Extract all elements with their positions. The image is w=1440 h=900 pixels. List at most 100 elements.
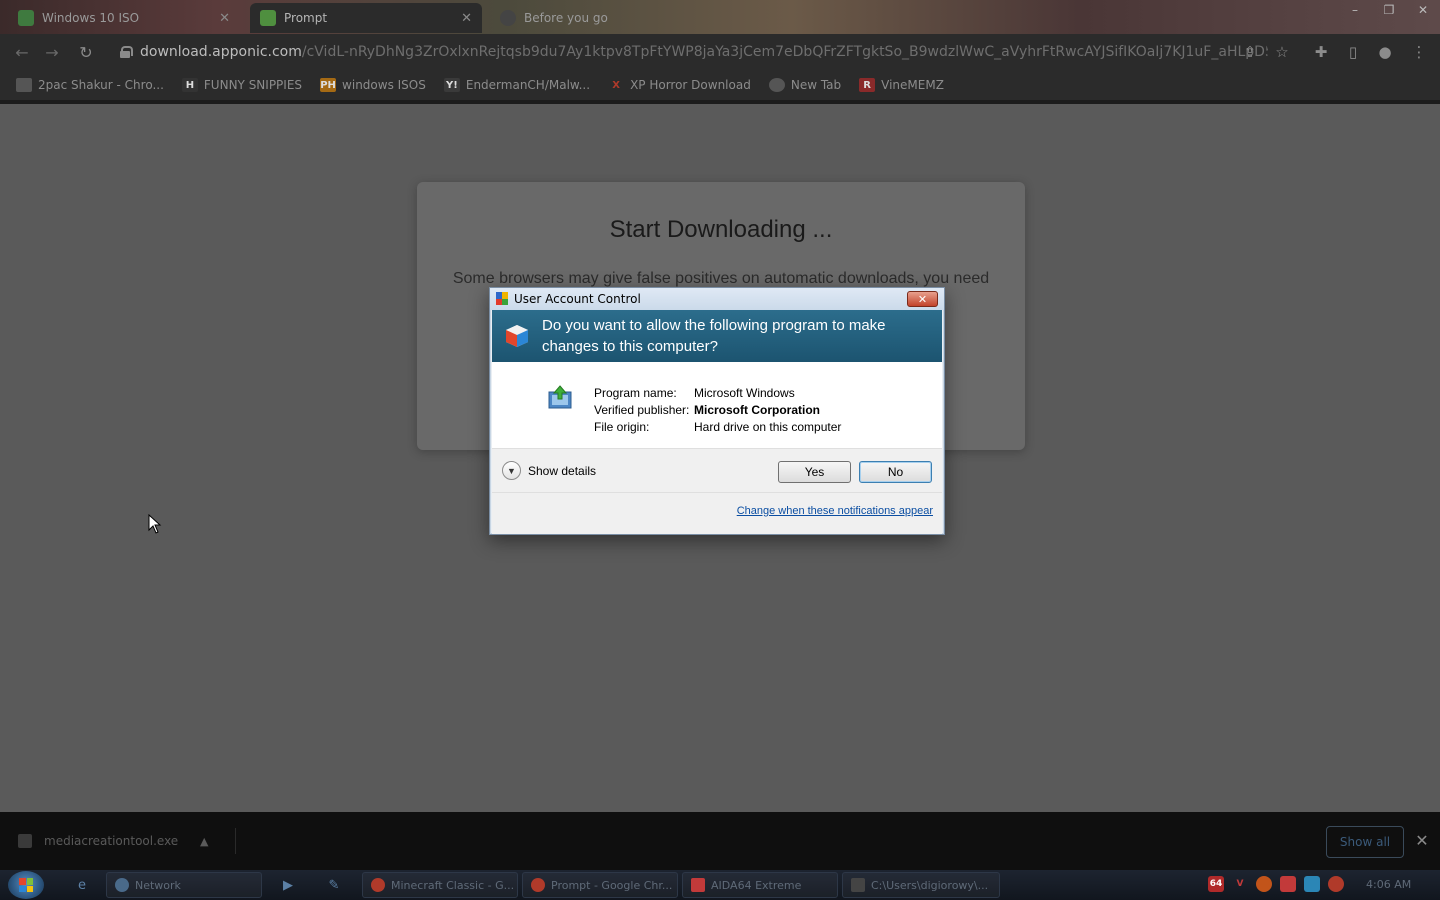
tab-windows-iso[interactable]: Windows 10 ISO ✕ xyxy=(8,3,240,33)
share-icon[interactable]: ⇪ xyxy=(1241,43,1259,61)
taskbar-item-label: C:\Users\digiorowy\... xyxy=(871,878,989,892)
bookmark-new-tab[interactable]: New Tab xyxy=(768,78,841,92)
taskbar-item-minecraft[interactable]: Minecraft Classic - G... xyxy=(362,872,518,898)
windows-logo-icon xyxy=(19,878,33,892)
download-item[interactable]: mediacreationtool.exe ▲ xyxy=(18,828,236,854)
apponic-favicon-icon xyxy=(260,10,276,26)
ie-icon[interactable]: e xyxy=(70,874,94,896)
uac-window-title: User Account Control xyxy=(514,292,641,306)
power-tray-icon[interactable] xyxy=(1328,876,1344,892)
taskbar-item-label: AIDA64 Extreme xyxy=(711,878,802,892)
uac-actions: ▼ Show details Yes No xyxy=(492,448,942,492)
tab-before-you-go[interactable]: Before you go xyxy=(490,3,722,33)
back-icon[interactable]: ← xyxy=(12,42,32,62)
r-icon: R xyxy=(859,78,876,92)
forward-icon[interactable]: → xyxy=(42,42,62,62)
y-icon: Y! xyxy=(443,78,460,92)
taskbar-item-7zip[interactable]: C:\Users\digiorowy\... xyxy=(842,872,1000,898)
bookmark-endermanch[interactable]: Y! EndermanCH/Malw... xyxy=(443,78,591,92)
app-tray-icon[interactable] xyxy=(1280,876,1296,892)
uac-header: Do you want to allow the following progr… xyxy=(492,310,942,362)
aida64-tray-icon[interactable]: 64 xyxy=(1208,876,1224,892)
bookmarks-bar: 2pac Shakur - Chro... H FUNNY SNIPPIES P… xyxy=(0,70,1440,100)
media-player-icon[interactable]: ▶ xyxy=(276,874,300,896)
tab-label: Windows 10 ISO xyxy=(42,11,140,25)
file-origin-value: Hard drive on this computer xyxy=(694,419,842,434)
side-panel-icon[interactable]: ▯ xyxy=(1344,43,1362,61)
bookmark-label: FUNNY SNIPPIES xyxy=(203,78,303,92)
window-controls: – ❐ ✕ xyxy=(1338,0,1440,20)
uac-shield-icon xyxy=(504,323,530,349)
bookmark-xp-horror[interactable]: X XP Horror Download xyxy=(608,78,751,92)
ph-icon: PH xyxy=(320,78,337,92)
bookmark-star-icon[interactable]: ☆ xyxy=(1273,43,1291,61)
url-path: /cVidL-nRyDhNg3ZrOxlxnRejtqsb9du7Ay1ktpv… xyxy=(301,44,1268,60)
apponic-favicon-icon xyxy=(18,10,34,26)
publisher-value: Microsoft Corporation xyxy=(694,402,820,417)
page-title: Start Downloading ... xyxy=(609,216,833,243)
close-icon[interactable]: ✕ xyxy=(907,291,938,307)
app-tray-icon[interactable] xyxy=(1256,876,1272,892)
address-bar[interactable]: download.apponic.com /cVidL-nRyDhNg3ZrOx… xyxy=(108,38,1268,66)
chevron-down-icon[interactable]: ▼ xyxy=(502,461,521,480)
program-icon xyxy=(546,384,574,410)
browser-toolbar: ← → ↻ download.apponic.com /cVidL-nRyDhN… xyxy=(0,34,1440,70)
chrome-icon xyxy=(531,878,545,892)
menu-kebab-icon[interactable]: ⋮ xyxy=(1410,43,1428,61)
reload-icon[interactable]: ↻ xyxy=(76,42,96,62)
uac-program-info: Program name: Microsoft Windows Verified… xyxy=(492,362,942,448)
uac-titlebar[interactable]: User Account Control xyxy=(490,288,944,310)
file-origin-label: File origin: xyxy=(594,419,650,434)
tab-strip: Windows 10 ISO ✕ Prompt ✕ Before you go … xyxy=(0,0,1440,34)
network-icon xyxy=(115,878,129,892)
bookmark-funny-snippies[interactable]: H FUNNY SNIPPIES xyxy=(181,78,303,92)
bookmark-label: VineMEMZ xyxy=(881,78,944,92)
show-details-label[interactable]: Show details xyxy=(528,464,596,478)
bookmark-label: 2pac Shakur - Chro... xyxy=(38,78,164,92)
no-button[interactable]: No xyxy=(859,461,932,483)
bookmark-vinememz[interactable]: R VineMEMZ xyxy=(859,78,944,92)
taskbar-item-aida64[interactable]: AIDA64 Extreme xyxy=(682,872,838,898)
monitor-tray-icon[interactable] xyxy=(1304,876,1320,892)
download-shelf: mediacreationtool.exe ▲ Show all ✕ xyxy=(0,812,1440,870)
yes-button[interactable]: Yes xyxy=(778,461,851,483)
taskbar-item-label: Network xyxy=(135,878,181,892)
taskbar-item-prompt[interactable]: Prompt - Google Chr... xyxy=(522,872,678,898)
bookmark-2pac[interactable]: 2pac Shakur - Chro... xyxy=(16,78,164,92)
bookmark-label: EndermanCH/Malw... xyxy=(465,78,591,92)
change-notifications-link[interactable]: Change when these notifications appear xyxy=(737,505,933,517)
close-window-icon[interactable]: ✕ xyxy=(1406,0,1440,20)
close-tab-icon[interactable]: ✕ xyxy=(219,11,230,26)
aida64-icon xyxy=(691,878,705,892)
uac-question: Do you want to allow the following progr… xyxy=(542,317,886,355)
mouse-cursor-icon xyxy=(148,514,162,534)
maximize-icon[interactable]: ❐ xyxy=(1372,0,1406,20)
download-filename[interactable]: mediacreationtool.exe xyxy=(44,834,188,848)
program-details: Program name: Microsoft Windows Verified… xyxy=(594,384,841,435)
program-name-value: Microsoft Windows xyxy=(694,385,795,400)
url-domain: download.apponic.com xyxy=(140,44,302,60)
show-details-toggle[interactable]: ▼ Show details xyxy=(502,461,596,480)
start-button[interactable] xyxy=(8,871,44,899)
bookmark-windows-isos[interactable]: PH windows ISOS xyxy=(320,78,426,92)
profile-avatar-icon[interactable]: ● xyxy=(1376,43,1394,61)
extensions-icon[interactable]: ✚ xyxy=(1312,43,1330,61)
chevron-up-icon[interactable]: ▲ xyxy=(200,835,208,848)
clock[interactable]: 4:06 AM xyxy=(1366,878,1411,891)
taskbar-item-label: Prompt - Google Chr... xyxy=(551,878,673,892)
taskbar: e Network ▶ ✎ Minecraft Classic - G... P… xyxy=(0,870,1440,900)
tab-prompt[interactable]: Prompt ✕ xyxy=(250,3,482,33)
system-tray: 64 V xyxy=(1208,876,1344,892)
taskbar-item-network[interactable]: Network xyxy=(106,872,262,898)
minimize-icon[interactable]: – xyxy=(1338,0,1372,20)
taskbar-item-label: Minecraft Classic - G... xyxy=(391,878,515,892)
uac-shield-icon xyxy=(496,292,509,306)
paint-icon[interactable]: ✎ xyxy=(322,874,346,896)
vivaldi-tray-icon[interactable]: V xyxy=(1232,876,1248,892)
close-tab-icon[interactable]: ✕ xyxy=(461,11,472,26)
bookmark-label: windows ISOS xyxy=(342,78,426,92)
show-all-button[interactable]: Show all xyxy=(1326,826,1404,858)
close-icon[interactable]: ✕ xyxy=(1413,830,1431,850)
lock-icon[interactable] xyxy=(120,46,133,58)
tab-label: Before you go xyxy=(524,11,608,25)
